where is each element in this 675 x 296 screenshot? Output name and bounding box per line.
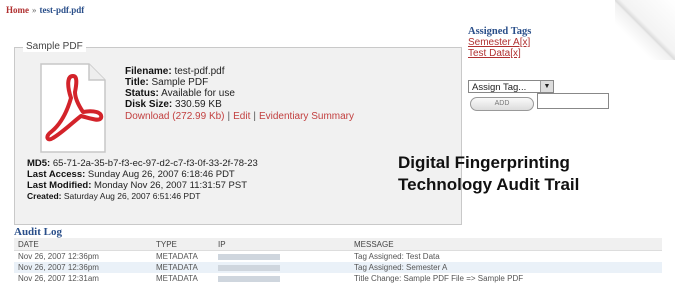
page: Home» test-pdf.pdf Sample PDF Filename: t…: [0, 0, 675, 296]
row-date: Nov 26, 2007 12:36pm: [14, 262, 152, 273]
pdf-icon: [40, 63, 106, 153]
last-access-value: Sunday Aug 26, 2007 6:18:46 PDT: [87, 169, 235, 180]
audit-header-row: DATE TYPE IP MESSAGE: [14, 238, 662, 251]
panel-legend: Sample PDF: [23, 41, 86, 52]
audit-log-table: DATE TYPE IP MESSAGE Nov 26, 2007 12:36p…: [14, 238, 662, 284]
assigned-tags: Assigned Tags Semester A[x] Test Data[x]: [468, 26, 648, 59]
title-value: Sample PDF: [151, 77, 209, 88]
row-date: Nov 26, 2007 12:36pm: [18, 252, 99, 261]
tag-semester-a[interactable]: Semester A[x]: [468, 37, 648, 48]
file-hash-info: MD5: 65-71-2a-35-b7-f3-ec-97-d2-c7-f3-0f…: [27, 158, 258, 202]
chevron-down-icon: ▼: [540, 81, 553, 92]
redacted-ip: [218, 253, 280, 260]
assigned-tags-heading: Assigned Tags: [468, 26, 532, 37]
filename-label: Filename:: [125, 66, 172, 77]
tag-test-data[interactable]: Test Data[x]: [468, 48, 648, 59]
assign-tag-select-value: Assign Tag...: [472, 82, 527, 93]
row-message: Tag Assigned: Test Data: [354, 252, 440, 261]
overlay-line-2: Technology Audit Trail: [398, 175, 580, 194]
row-ip: [214, 262, 350, 273]
file-metadata: Filename: test-pdf.pdf Title: Sample PDF…: [125, 66, 354, 122]
filename-value: test-pdf.pdf: [174, 66, 225, 77]
disk-size-value: 330.59 KB: [175, 99, 222, 110]
redacted-ip: [218, 264, 280, 271]
row-ip: [214, 273, 350, 284]
overlay-caption: Digital Fingerprinting Technology Audit …: [398, 152, 658, 196]
add-tag-button[interactable]: ADD: [470, 97, 534, 111]
edit-link[interactable]: Edit: [233, 111, 250, 122]
column-date: DATE: [14, 238, 152, 251]
column-ip: IP: [214, 238, 350, 251]
row-message: Tag Assigned: Semester A: [350, 262, 662, 273]
redacted-ip: [218, 275, 280, 282]
title-label: Title:: [125, 77, 149, 88]
md5-value: 65-71-2a-35-b7-f3-ec-97-d2-c7-f3-0f-33-2…: [52, 158, 258, 169]
row-message: Title Change: Sample PDF File => Sample …: [354, 274, 524, 283]
new-tag-input[interactable]: [537, 93, 609, 109]
table-row: Nov 26, 2007 12:31am METADATA Title Chan…: [14, 273, 662, 284]
row-type: METADATA: [152, 262, 214, 273]
created-label: Created:: [27, 191, 62, 201]
md5-label: MD5:: [27, 158, 51, 169]
created-value: Saturday Aug 26, 2007 6:51:46 PDT: [63, 191, 201, 201]
row-type: METADATA: [156, 274, 198, 283]
row-ip: [214, 251, 350, 263]
column-type: TYPE: [152, 238, 214, 251]
breadcrumb: Home» test-pdf.pdf: [6, 5, 84, 15]
last-modified-value: Monday Nov 26, 2007 11:31:57 PST: [94, 180, 248, 191]
status-value: Available for use: [161, 88, 235, 99]
assign-tag-select[interactable]: Assign Tag... ▼: [468, 80, 554, 93]
overlay-line-1: Digital Fingerprinting: [398, 153, 570, 172]
breadcrumb-separator: »: [32, 5, 37, 15]
assign-tag-row: Assign Tag... ▼: [468, 80, 554, 93]
evidentiary-summary-link[interactable]: Evidentiary Summary: [259, 111, 354, 122]
file-details-panel: Sample PDF Filename: test-pdf.pdf Title:…: [14, 41, 462, 225]
audit-log-title: Audit Log: [14, 226, 62, 238]
last-modified-label: Last Modified:: [27, 180, 92, 191]
table-row: Nov 26, 2007 12:36pm METADATA Tag Assign…: [14, 262, 662, 273]
disk-size-label: Disk Size:: [125, 99, 173, 110]
table-row: Nov 26, 2007 12:36pm METADATA Tag Assign…: [14, 251, 662, 263]
row-date: Nov 26, 2007 12:31am: [18, 274, 99, 283]
add-tag-button-label: ADD: [494, 100, 510, 107]
download-link[interactable]: Download (272.99 Kb): [125, 111, 225, 122]
breadcrumb-current: test-pdf.pdf: [39, 5, 85, 15]
row-type: METADATA: [156, 252, 198, 261]
breadcrumb-home-link[interactable]: Home: [6, 5, 29, 15]
status-label: Status:: [125, 88, 159, 99]
column-message: MESSAGE: [350, 238, 662, 251]
last-access-label: Last Access:: [27, 169, 86, 180]
